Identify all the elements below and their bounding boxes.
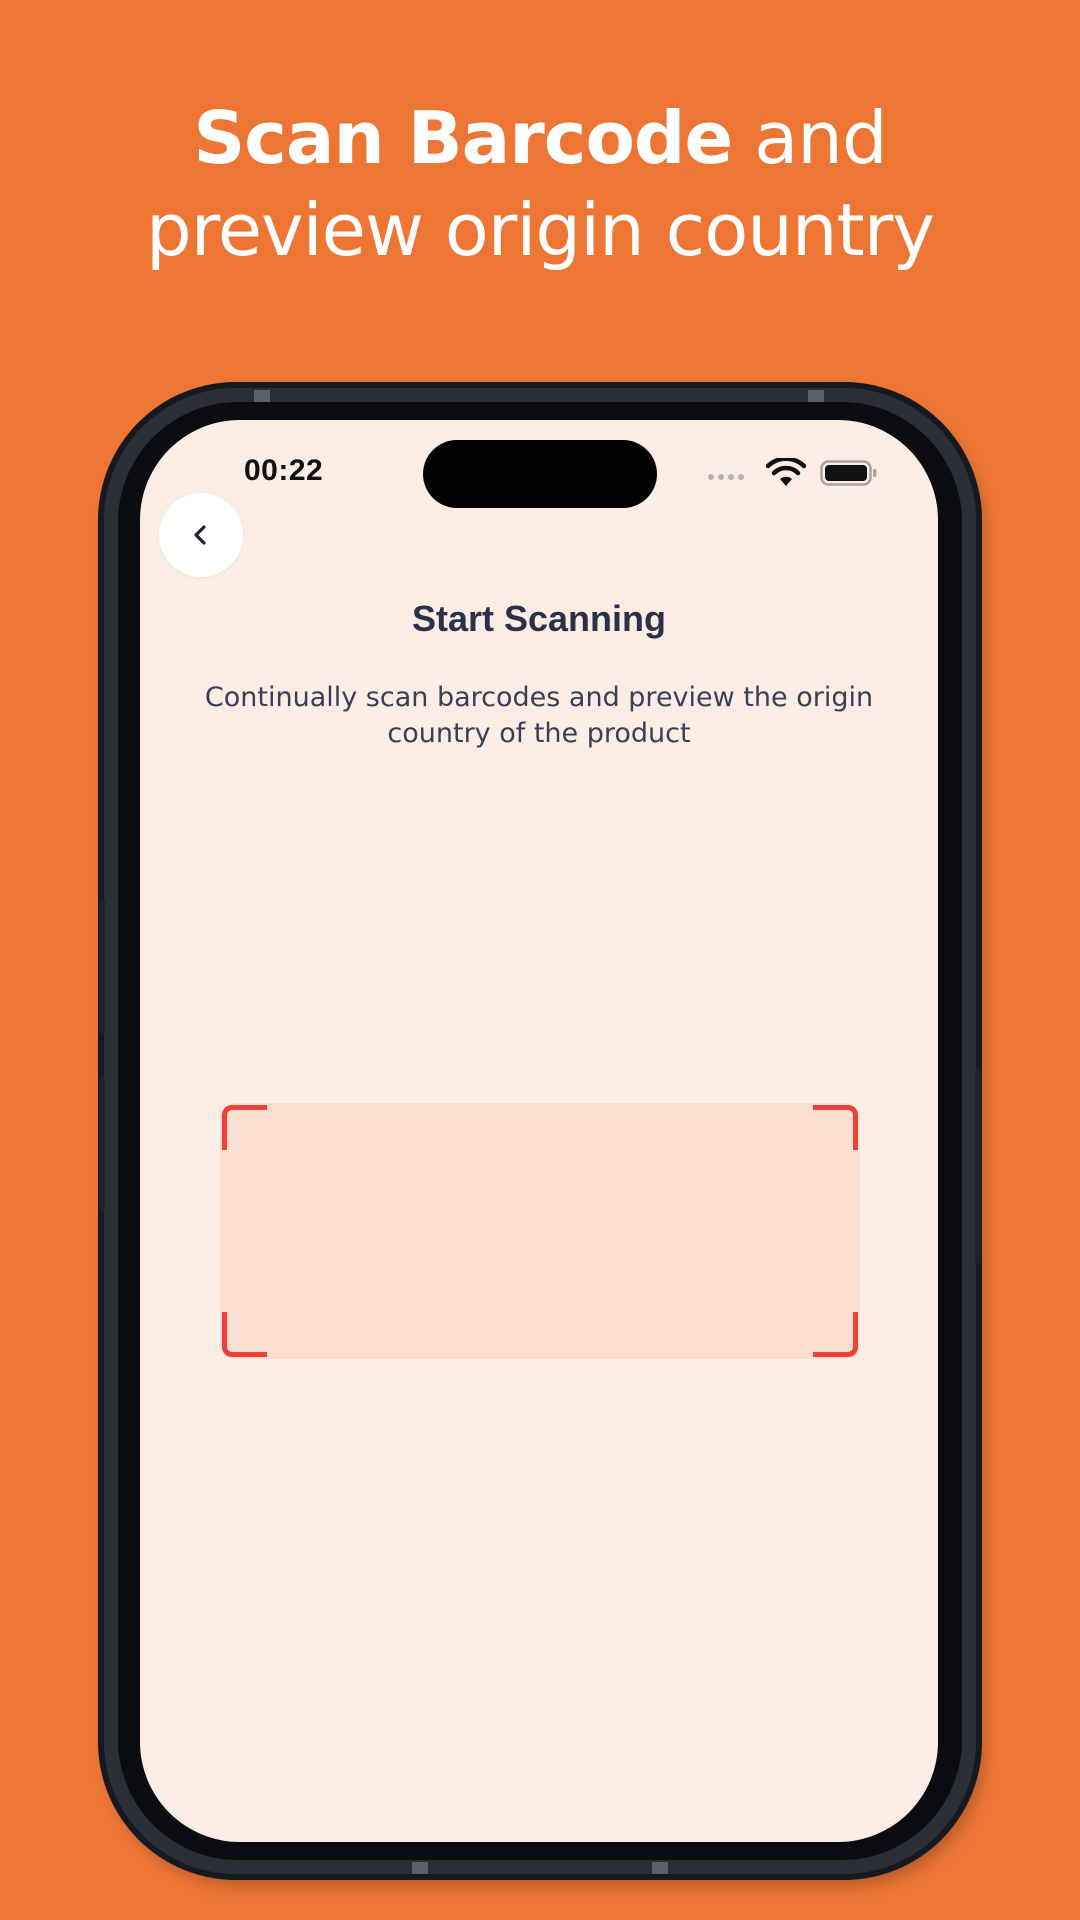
scan-corner-top-left	[222, 1105, 267, 1150]
antenna-line	[808, 390, 824, 402]
headline-rest: and	[732, 96, 887, 180]
scan-corner-bottom-left	[222, 1312, 267, 1357]
headline-bold: Scan Barcode	[193, 96, 733, 180]
phone-screen: 00:22 Start Scanning Continually scan ba…	[140, 420, 938, 1842]
back-button[interactable]	[159, 493, 243, 577]
phone-volume-button	[99, 1076, 105, 1212]
barcode-scan-area[interactable]	[220, 1103, 860, 1359]
phone-action-button	[99, 898, 105, 1034]
dynamic-island	[423, 440, 657, 508]
signal-dots-icon	[708, 474, 744, 480]
marketing-headline: Scan Barcode and preview origin country	[0, 92, 1080, 276]
antenna-line	[652, 1862, 668, 1874]
wifi-icon	[766, 458, 806, 486]
battery-icon	[820, 460, 877, 486]
headline-line-1: Scan Barcode and	[0, 92, 1080, 184]
chevron-left-icon	[194, 525, 206, 545]
phone-power-button	[975, 1068, 981, 1264]
scan-corner-bottom-right	[813, 1312, 858, 1357]
headline-line-2: preview origin country	[146, 188, 935, 272]
antenna-line	[254, 390, 270, 402]
page-title: Start Scanning	[411, 598, 667, 639]
antenna-line	[412, 1862, 428, 1874]
scan-corner-top-right	[813, 1105, 858, 1150]
status-time: 00:22	[244, 454, 324, 487]
page-subtitle: Continually scan barcodes and preview th…	[204, 682, 874, 749]
